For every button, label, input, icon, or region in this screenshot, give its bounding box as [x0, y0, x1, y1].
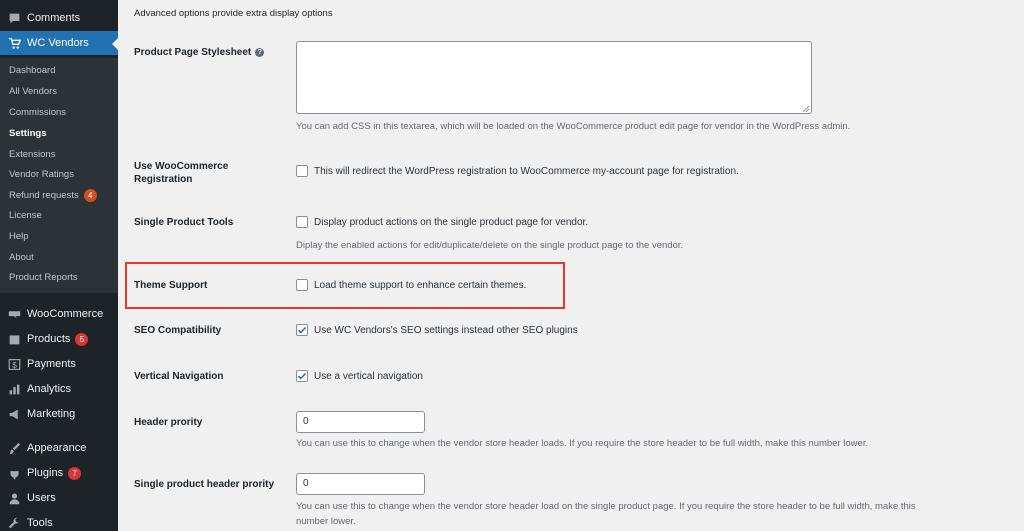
- brush-icon: [7, 441, 21, 455]
- submenu-label: License: [9, 210, 42, 221]
- submenu-label: Extensions: [9, 149, 56, 160]
- submenu-product-reports[interactable]: Product Reports: [9, 272, 78, 283]
- theme-support-checkbox-label: Load theme support to enhance certain th…: [314, 279, 527, 291]
- submenu-refund-requests[interactable]: Refund requests 4: [9, 189, 97, 202]
- menu-products-label: Products: [27, 333, 71, 345]
- header-priority-input[interactable]: 0: [296, 411, 425, 433]
- submenu-vendor-ratings[interactable]: Vendor Ratings: [9, 169, 74, 180]
- menu-wc-vendors-label: WC Vendors: [27, 37, 89, 49]
- submenu-label: Refund requests: [9, 190, 79, 201]
- box-icon: [7, 332, 21, 346]
- submenu-all-vendors[interactable]: All Vendors: [9, 86, 57, 97]
- seo-compatibility-checkbox[interactable]: [296, 324, 308, 336]
- svg-text:$: $: [12, 360, 17, 369]
- submenu-label: Commissions: [9, 107, 67, 118]
- header-priority-description: You can use this to change when the vend…: [296, 438, 869, 449]
- menu-woocommerce-label: WooCommerce: [27, 308, 104, 320]
- stylesheet-label-text: Product Page Stylesheet: [134, 47, 252, 58]
- section-intro: Advanced options provide extra display o…: [134, 8, 333, 19]
- menu-plugins-label: Plugins: [27, 467, 64, 479]
- wrench-icon: [7, 516, 21, 530]
- dollar-icon: $: [7, 357, 21, 371]
- wc-vendors-submenu: Dashboard All Vendors Commissions Settin…: [0, 58, 118, 293]
- woo-registration-label: Use WooCommerce Registration: [134, 161, 229, 185]
- single-header-priority-description-2: number lower.: [296, 516, 356, 527]
- megaphone-icon: [7, 407, 21, 421]
- user-icon: [7, 491, 21, 505]
- menu-marketing-label: Marketing: [27, 408, 76, 420]
- menu-tools-label: Tools: [27, 517, 53, 529]
- bar-chart-icon: [7, 382, 21, 396]
- seo-compatibility-option[interactable]: Use WC Vendors's SEO settings instead ot…: [296, 324, 578, 336]
- theme-support-checkbox[interactable]: [296, 279, 308, 291]
- checkmark-icon: [297, 326, 307, 334]
- vertical-navigation-label: Vertical Navigation: [134, 371, 224, 382]
- admin-sidebar: Comments WC Vendors Dashboard All Vendor…: [0, 0, 118, 531]
- single-header-priority-description-1: You can use this to change when the vend…: [296, 501, 916, 512]
- cart-icon: [7, 36, 21, 50]
- stylesheet-textarea[interactable]: [296, 41, 812, 114]
- menu-comments-label: Comments: [27, 12, 81, 24]
- single-product-tools-checkbox-label: Display product actions on the single pr…: [314, 216, 589, 228]
- menu-payments-label: Payments: [27, 358, 76, 370]
- help-icon[interactable]: ?: [255, 47, 265, 57]
- comment-icon: [7, 11, 21, 25]
- woo-registration-checkbox[interactable]: [296, 165, 308, 177]
- header-priority-label: Header prority: [134, 417, 203, 428]
- checkmark-icon: [297, 372, 307, 380]
- menu-woocommerce[interactable]: WooCommerce: [0, 302, 118, 326]
- menu-users[interactable]: Users: [0, 486, 118, 510]
- single-product-tools-description: Diplay the enabled actions for edit/dupl…: [296, 240, 684, 251]
- menu-analytics-label: Analytics: [27, 383, 72, 395]
- menu-analytics[interactable]: Analytics: [0, 377, 118, 401]
- submenu-label: Dashboard: [9, 65, 56, 76]
- submenu-label: Help: [9, 231, 29, 242]
- submenu-dashboard[interactable]: Dashboard: [9, 65, 55, 76]
- single-header-priority-label: Single product header prority: [134, 479, 275, 490]
- vertical-navigation-checkbox-label: Use a vertical navigation: [314, 370, 423, 382]
- vertical-navigation-option[interactable]: Use a vertical navigation: [296, 370, 423, 382]
- woo-registration-option[interactable]: This will redirect the WordPress registr…: [296, 165, 739, 177]
- woo-registration-checkbox-label: This will redirect the WordPress registr…: [314, 165, 739, 177]
- submenu-settings[interactable]: Settings: [9, 128, 46, 139]
- menu-payments[interactable]: $ Payments: [0, 352, 118, 376]
- submenu-label: About: [9, 252, 34, 263]
- vertical-navigation-checkbox[interactable]: [296, 370, 308, 382]
- single-product-tools-option[interactable]: Display product actions on the single pr…: [296, 216, 588, 228]
- submenu-commissions[interactable]: Commissions: [9, 107, 66, 118]
- submenu-label: Vendor Ratings: [9, 169, 74, 180]
- theme-support-label: Theme Support: [134, 280, 208, 291]
- menu-marketing[interactable]: Marketing: [0, 402, 118, 426]
- menu-users-label: Users: [27, 492, 56, 504]
- submenu-about[interactable]: About: [9, 252, 34, 263]
- submenu-label: Settings: [9, 128, 47, 139]
- single-product-tools-checkbox[interactable]: [296, 216, 308, 228]
- plug-icon: [7, 466, 21, 480]
- stylesheet-label: Product Page Stylesheet?: [134, 46, 284, 59]
- settings-content: Advanced options provide extra display o…: [118, 0, 1024, 531]
- seo-compatibility-checkbox-label: Use WC Vendors's SEO settings instead ot…: [314, 324, 578, 336]
- resize-grip-icon[interactable]: [802, 104, 810, 113]
- submenu-label: Product Reports: [9, 272, 78, 283]
- plugins-count-badge: 7: [68, 466, 82, 480]
- stylesheet-description: You can add CSS in this textarea, which …: [296, 121, 851, 132]
- submenu-label: All Vendors: [9, 86, 58, 97]
- woocommerce-icon: [7, 307, 21, 321]
- menu-tools[interactable]: Tools: [0, 511, 118, 531]
- menu-appearance-label: Appearance: [27, 442, 87, 454]
- submenu-help[interactable]: Help: [9, 231, 29, 242]
- products-count-badge: 5: [75, 332, 89, 346]
- theme-support-option[interactable]: Load theme support to enhance certain th…: [296, 279, 526, 291]
- single-header-priority-input[interactable]: 0: [296, 473, 425, 495]
- menu-wc-vendors[interactable]: WC Vendors: [0, 31, 118, 55]
- single-product-tools-label: Single Product Tools: [134, 217, 234, 228]
- refund-count-badge: 4: [83, 189, 97, 202]
- submenu-license[interactable]: License: [9, 210, 42, 221]
- menu-plugins[interactable]: Plugins 7: [0, 461, 118, 485]
- menu-comments[interactable]: Comments: [0, 6, 118, 30]
- seo-compatibility-label: SEO Compatibility: [134, 325, 222, 336]
- menu-products[interactable]: Products 5: [0, 327, 118, 351]
- submenu-extensions[interactable]: Extensions: [9, 149, 55, 160]
- menu-appearance[interactable]: Appearance: [0, 436, 118, 460]
